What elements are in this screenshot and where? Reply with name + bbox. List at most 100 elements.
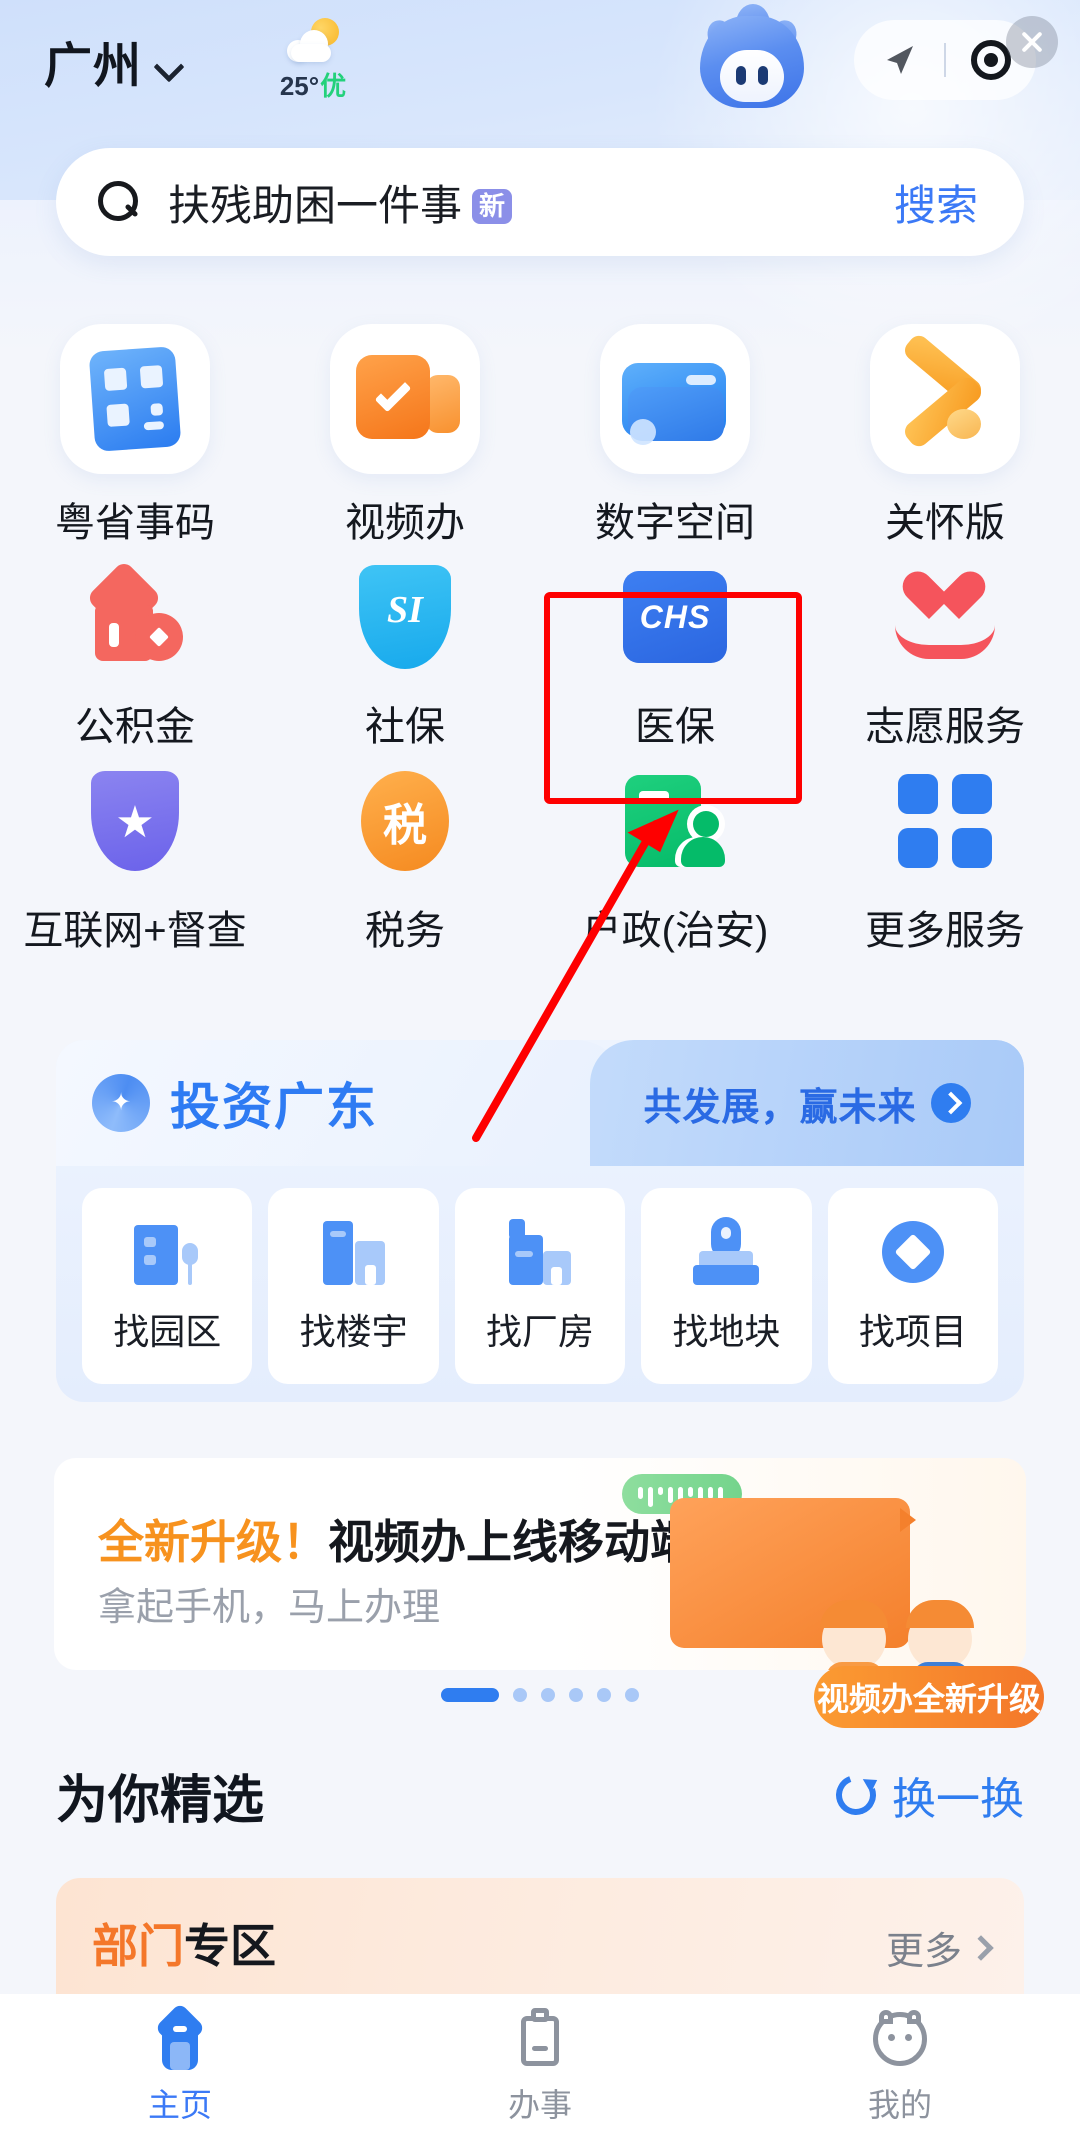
service-label: 户政(治安) (581, 909, 769, 953)
service-label: 粤省事码 (55, 501, 215, 545)
navigate-button[interactable] (854, 20, 944, 100)
tab-home[interactable]: 主页 (0, 2002, 360, 2126)
service-label: 志愿服务 (865, 705, 1025, 749)
partly-cloudy-icon (283, 18, 343, 64)
invest-item-land[interactable]: 找地块 (641, 1188, 812, 1384)
invest-item-label: 找园区 (113, 1311, 222, 1352)
promo-badge: 视频办全新升级 (814, 1666, 1044, 1728)
service-supervision[interactable]: ★ 互联网+督查 (0, 752, 270, 956)
digital-space-icon (600, 324, 750, 474)
invest-item-factory[interactable]: 找厂房 (454, 1188, 626, 1384)
bottom-tab-bar: 主页 办事 我的 (0, 1994, 1080, 2142)
service-more[interactable]: 更多服务 (810, 752, 1080, 956)
invest-title: 投资广东 (170, 1079, 378, 1135)
tab-services[interactable]: 办事 (360, 2008, 720, 2126)
service-social-insurance[interactable]: SI 社保 (270, 548, 540, 752)
refresh-button[interactable]: 换一换 (834, 1763, 1024, 1827)
household-police-icon (620, 766, 730, 876)
service-label: 关怀版 (885, 501, 1005, 545)
service-tax[interactable]: 税 税务 (270, 752, 540, 956)
refresh-icon (834, 1773, 878, 1817)
supervision-icon: ★ (80, 766, 190, 876)
service-video[interactable]: 视频办 (270, 318, 540, 548)
promo-subtitle: 拿起手机，马上办理 (98, 1587, 441, 1629)
more-services-icon (890, 766, 1000, 876)
invest-tagline-tab[interactable]: 共发展，赢未来 (590, 1040, 1024, 1166)
mascot-icon[interactable] (700, 4, 804, 112)
carousel-dot-active[interactable] (441, 1688, 499, 1702)
search-button[interactable]: 搜索 (894, 172, 978, 233)
department-zone-title: 部门专区 (92, 1910, 276, 1976)
service-housing-fund[interactable]: 公积金 (0, 548, 270, 752)
carousel-dot[interactable] (541, 1688, 555, 1702)
tab-label: 办事 (507, 2087, 572, 2123)
search-icon (98, 181, 140, 223)
search-new-badge: 新 (472, 188, 513, 225)
office-building-icon (317, 1217, 391, 1287)
service-care-mode[interactable]: 关怀版 (810, 318, 1080, 548)
invest-item-park[interactable]: 找园区 (82, 1188, 253, 1384)
service-label: 社保 (365, 705, 445, 749)
factory-icon (503, 1217, 577, 1287)
invest-guangdong-card[interactable]: 投资广东 共发展，赢未来 找园区 (56, 1040, 1024, 1402)
department-title-highlight: 部门 (92, 1920, 184, 1972)
weather-widget[interactable]: 25°优 (248, 18, 378, 103)
invest-card-header: 投资广东 共发展，赢未来 (56, 1040, 1024, 1166)
promo-banner[interactable]: 全新升级！视频办上线移动端 拿起手机，马上办理 (54, 1458, 1026, 1670)
service-grid: 粤省事码 视频办 数字空间 关怀版 公积金 SI 社保 CHS 医保 志愿服务 … (0, 318, 1080, 956)
city-selector[interactable]: 广州 (44, 26, 182, 96)
air-quality-label: 优 (320, 71, 347, 101)
invest-item-label: 找楼宇 (299, 1311, 408, 1352)
department-more-label: 更多 (885, 1931, 962, 1973)
service-label: 税务 (365, 909, 445, 953)
invest-item-building[interactable]: 找楼宇 (268, 1188, 439, 1384)
tab-profile[interactable]: 我的 (720, 2008, 1080, 2126)
service-row-1: 粤省事码 视频办 数字空间 关怀版 (0, 318, 1080, 548)
service-label: 数字空间 (595, 501, 755, 545)
invest-item-label: 找地块 (672, 1311, 781, 1352)
invest-item-label: 找厂房 (486, 1311, 595, 1352)
service-label: 更多服务 (865, 909, 1025, 953)
chevron-right-icon (968, 1934, 994, 1961)
promo-illustration (606, 1458, 1026, 1670)
service-row-2: 公积金 SI 社保 CHS 医保 志愿服务 (0, 548, 1080, 752)
scan-icon (971, 40, 1011, 80)
service-volunteer[interactable]: 志愿服务 (810, 548, 1080, 752)
service-medical-insurance[interactable]: CHS 医保 (540, 548, 810, 752)
care-mode-icon (870, 324, 1020, 474)
navigate-icon (887, 46, 913, 74)
city-name: 广州 (44, 40, 143, 93)
globe-icon (92, 1074, 150, 1132)
social-insurance-icon: SI (350, 562, 460, 672)
project-icon (876, 1217, 950, 1287)
service-label: 医保 (635, 705, 715, 749)
housing-fund-icon (80, 559, 190, 672)
promo-agents-illustration (812, 1520, 1012, 1670)
search-bar[interactable]: 扶残助困一件事新 搜索 (56, 148, 1024, 256)
service-label: 公积金 (75, 705, 195, 749)
service-digital-space[interactable]: 数字空间 (540, 318, 810, 548)
invest-item-project[interactable]: 找项目 (827, 1188, 999, 1384)
featured-title: 为你精选 (56, 1771, 265, 1830)
department-more-link[interactable]: 更多 (885, 1920, 994, 1975)
close-icon[interactable] (1006, 16, 1058, 68)
carousel-dot[interactable] (569, 1688, 583, 1702)
volunteer-icon (890, 562, 1000, 672)
carousel-dot[interactable] (625, 1688, 639, 1702)
department-title-rest: 专区 (184, 1920, 276, 1972)
profile-icon (869, 2008, 931, 2070)
carousel-dot[interactable] (597, 1688, 611, 1702)
home-icon (149, 2002, 211, 2070)
app-screen: 广州 25°优 扶残助困一件事 新 搜索 粤省事码 视频办 数字空间 关怀版 公… (0, 0, 1080, 2142)
arrow-right-circle-icon (930, 1083, 971, 1123)
carousel-dot[interactable] (513, 1688, 527, 1702)
refresh-label: 换一换 (892, 1775, 1024, 1824)
industrial-park-icon (130, 1217, 204, 1287)
clipboard-icon (509, 2008, 571, 2070)
search-input[interactable]: 扶残助困一件事新 (168, 172, 513, 233)
search-keyword: 扶残助困一件事 (168, 181, 463, 229)
service-household-police[interactable]: 户政(治安) (540, 752, 810, 956)
featured-section-header: 为你精选 换一换 (56, 1760, 1024, 1830)
service-yuesheng-code[interactable]: 粤省事码 (0, 318, 270, 548)
tax-icon: 税 (350, 766, 460, 876)
